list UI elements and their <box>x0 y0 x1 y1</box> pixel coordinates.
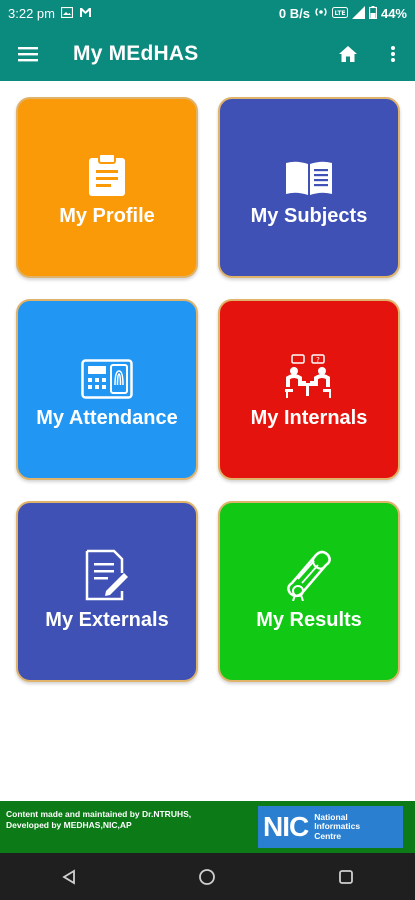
document-edit-icon <box>84 549 130 601</box>
my-subjects-tile[interactable]: My Subjects <box>218 97 400 278</box>
network-speed: 0 B/s <box>278 6 310 21</box>
my-profile-tile[interactable]: My Profile <box>16 97 198 278</box>
my-externals-tile[interactable]: My Externals <box>16 501 198 682</box>
recents-square-icon <box>338 869 353 884</box>
menu-button[interactable] <box>0 27 56 81</box>
page-title: My MEdHAS <box>73 42 199 65</box>
home-icon <box>339 46 357 62</box>
home-button[interactable] <box>333 39 363 69</box>
tile-label: My Externals <box>45 609 169 631</box>
gallery-notification-icon <box>60 6 74 21</box>
hotspot-icon <box>314 6 328 21</box>
my-internals-tile[interactable]: ? My Internals <box>218 299 400 480</box>
battery-icon <box>369 5 377 22</box>
svg-text:LTE: LTE <box>334 10 345 17</box>
system-nav-bar <box>0 853 415 900</box>
hamburger-menu-icon <box>18 47 38 62</box>
nic-logo: NIC National Informatics Centre <box>258 806 403 848</box>
status-time: 3:22 pm <box>8 6 55 21</box>
tile-label: My Profile <box>59 205 155 227</box>
gmail-notification-icon <box>79 6 92 21</box>
back-triangle-icon <box>62 868 76 885</box>
recents-button[interactable] <box>326 857 366 897</box>
home-nav-button[interactable] <box>187 857 227 897</box>
tile-label: My Attendance <box>36 407 178 429</box>
status-bar: 3:22 pm 0 B/s LTE 44% <box>0 0 415 27</box>
volte-icon: LTE <box>331 6 348 21</box>
exam-meeting-icon: ? <box>282 349 336 399</box>
battery-level: 44% <box>380 6 407 21</box>
clipboard-icon <box>87 147 127 197</box>
app-bar: My MEdHAS <box>0 27 415 81</box>
footer-credit-line: Content made and maintained by Dr.NTRUHS… <box>6 809 192 819</box>
nic-logo-fullname: National Informatics Centre <box>314 812 360 842</box>
back-button[interactable] <box>49 857 89 897</box>
signal-icon <box>351 5 365 22</box>
home-circle-icon <box>199 868 216 885</box>
overflow-menu-button[interactable] <box>381 39 405 69</box>
tile-label: My Subjects <box>250 205 368 227</box>
my-results-tile[interactable]: My Results <box>218 501 400 682</box>
open-book-icon <box>284 147 334 197</box>
diploma-scroll-icon <box>284 550 334 601</box>
footer-credits: Content made and maintained by Dr.NTRUHS… <box>6 809 246 831</box>
tile-label: My Results <box>256 609 362 631</box>
my-attendance-tile[interactable]: My Attendance <box>16 299 198 480</box>
nic-logo-line: Centre <box>314 830 342 841</box>
nic-logo-abbr: NIC <box>263 811 309 842</box>
biometric-device-icon <box>81 349 133 399</box>
tile-label: My Internals <box>250 407 368 429</box>
svg-text:?: ? <box>316 356 320 364</box>
footer-developer-line: Developed by MEDHAS,NIC,AP <box>6 820 132 830</box>
more-vert-icon <box>391 46 395 62</box>
footer-banner: Content made and maintained by Dr.NTRUHS… <box>0 801 415 853</box>
